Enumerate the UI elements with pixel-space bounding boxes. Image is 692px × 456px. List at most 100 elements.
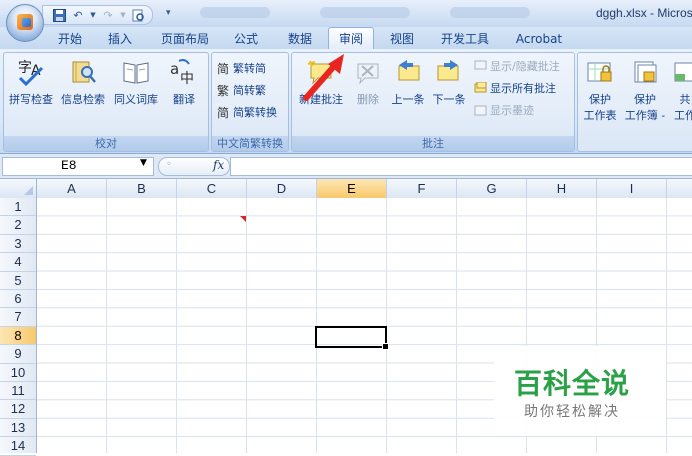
quick-access-toolbar: ↶ ▼ ↷ ▼ [42,5,153,25]
row-header[interactable]: 7 [0,308,36,327]
active-cell[interactable] [315,326,387,348]
protect-sheet-label-2: 工作表 [583,109,617,122]
watermark: 百科全说 助你轻松解决 [494,346,666,436]
simplified-to-traditional-icon: 繁 [216,83,229,98]
annotation-arrow-icon [303,54,344,101]
name-box-value: E8 [61,158,77,173]
share-workbook-button[interactable]: 共 工作 [670,57,692,123]
tab-developer[interactable]: 开发工具 [434,29,496,49]
research-button[interactable]: 信息检索 [58,57,108,107]
show-all-comments-button[interactable]: 显示所有批注 [473,79,556,97]
show-all-comments-label: 显示所有批注 [490,82,556,95]
protect-workbook-icon [629,57,661,87]
office-button[interactable] [6,4,44,42]
spell-check-button[interactable]: 字A 拼写检查 [6,57,56,107]
show-ink-button[interactable]: 显示墨迹 [473,101,534,119]
chevron-down-icon[interactable]: ▼ [89,8,97,22]
protect-sheet-icon [584,57,616,87]
tab-review[interactable]: 审阅 [328,27,374,50]
row-header[interactable]: 1 [0,198,36,217]
simplified-to-traditional-button[interactable]: 繁 简转繁 [216,81,266,99]
next-comment-icon [433,57,465,87]
name-box[interactable]: E8 [2,157,154,176]
next-comment-button[interactable]: 下一条 [429,57,469,107]
blurred-tab [450,7,530,18]
chevron-down-icon[interactable]: ▼ [140,158,147,168]
show-ink-label: 显示墨迹 [490,104,534,117]
thesaurus-icon [120,57,152,87]
row-header[interactable]: 11 [0,382,36,401]
traditional-to-simplified-label: 繁转简 [233,62,266,75]
show-hide-comment-label: 显示/隐藏批注 [490,60,560,73]
previous-comment-button[interactable]: 上一条 [388,57,428,107]
chinese-conversion-icon: 简 [216,105,229,120]
protect-workbook-label-1: 保护 [634,93,656,106]
tab-insert[interactable]: 插入 [100,29,140,49]
save-icon[interactable] [51,8,67,22]
cancel-icon[interactable]: ◦ [166,159,172,170]
tab-formulas[interactable]: 公式 [226,29,266,49]
ink-icon [473,103,487,117]
svg-text:字: 字 [18,60,32,76]
row-header[interactable]: 9 [0,345,36,364]
undo-icon[interactable]: ↶ [70,8,86,22]
tab-view[interactable]: 视图 [382,29,422,49]
column-header-g[interactable]: G [457,179,527,198]
chinese-conversion-button[interactable]: 简 简繁转换 [216,103,277,121]
delete-comment-label: 删除 [357,93,379,106]
row-header-selected[interactable]: 8 [0,326,36,346]
row-header[interactable]: 5 [0,272,36,290]
translate-button[interactable]: a中 翻译 [164,57,204,107]
window-title: dggh.xlsx - Microso [596,6,692,20]
blurred-tab [320,7,410,18]
row-header[interactable]: 3 [0,235,36,254]
column-header-h[interactable]: H [527,179,597,198]
row-header[interactable]: 12 [0,400,36,419]
formula-bar: E8 ▼ ◦ fx [0,154,692,179]
share-workbook-icon [670,57,692,87]
row-header[interactable]: 2 [0,216,36,235]
column-header-d[interactable]: D [247,179,317,198]
comments-icon [473,81,487,95]
column-header-c[interactable]: C [177,179,247,198]
insert-function-button[interactable]: fx [213,158,224,172]
comment-icon [473,59,487,73]
comment-indicator-icon[interactable] [240,216,246,222]
watermark-title: 百科全说 [514,367,631,400]
row-header[interactable]: 10 [0,364,36,382]
select-all-button[interactable] [0,179,37,198]
print-preview-icon[interactable] [130,8,146,22]
tab-acrobat[interactable]: Acrobat [508,29,570,49]
column-header-i[interactable]: I [597,179,667,198]
traditional-to-simplified-button[interactable]: 简 繁转简 [216,59,266,77]
watermark-subtitle: 助你轻松解决 [524,404,620,420]
tab-home[interactable]: 开始 [50,29,90,49]
chinese-conversion-group: 简 繁转简 繁 简转繁 简 简繁转换 中文简繁转换 [211,52,289,152]
row-headers: 1 2 3 4 5 6 7 8 9 10 11 12 13 14 [0,198,37,456]
chevron-down-icon[interactable]: ▼ [119,8,127,22]
column-header-b[interactable]: B [107,179,177,198]
row-header[interactable]: 6 [0,290,36,309]
fill-handle[interactable] [382,343,389,350]
show-hide-comment-button[interactable]: 显示/隐藏批注 [473,57,560,75]
thesaurus-button[interactable]: 同义词库 [110,57,162,107]
proofing-group: 字A 拼写检查 信息检索 同义词库 a中 翻译 校对 [3,52,209,152]
row-header[interactable]: 4 [0,253,36,272]
spell-check-label: 拼写检查 [9,93,53,106]
column-header-f[interactable]: F [387,179,457,198]
customize-toolbar-icon[interactable]: ▾ [166,8,171,18]
formula-input[interactable] [230,157,692,176]
column-header-e[interactable]: E [317,179,387,198]
thesaurus-label: 同义词库 [114,93,158,106]
row-header[interactable]: 13 [0,419,36,438]
protect-sheet-button[interactable]: 保护 工作表 [580,57,620,123]
column-header-a[interactable]: A [37,179,107,198]
translate-icon: a中 [168,57,200,87]
svg-text:中: 中 [180,71,194,86]
tab-page-layout[interactable]: 页面布局 [154,29,216,49]
redo-icon[interactable]: ↷ [100,8,116,22]
research-label: 信息检索 [61,93,105,106]
chinese-conversion-group-label: 中文简繁转换 [212,136,288,151]
tab-data[interactable]: 数据 [280,29,320,49]
protect-workbook-button[interactable]: 保护 工作簿 - [624,57,666,123]
